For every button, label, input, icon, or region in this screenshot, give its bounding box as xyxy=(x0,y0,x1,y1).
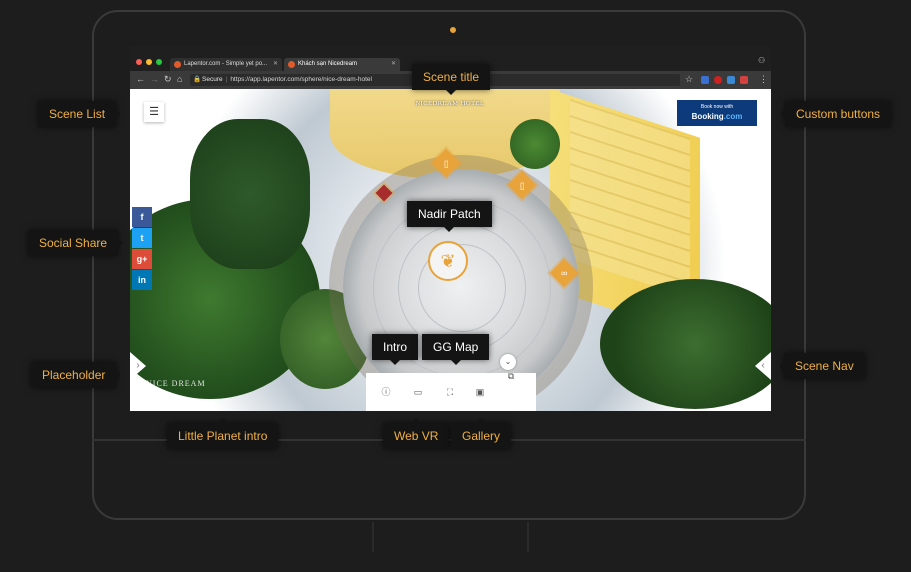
tree xyxy=(600,279,771,409)
facebook-share-button[interactable]: f xyxy=(132,207,152,227)
callout-scene-title: Scene title xyxy=(412,64,491,95)
gallery-icon[interactable]: ▣ xyxy=(472,385,488,399)
hotspot-icon: ▯ xyxy=(443,157,449,168)
callout-nadir-patch: Nadir Patch xyxy=(407,201,492,232)
close-tab-icon[interactable]: ✕ xyxy=(391,58,396,71)
extension-icon[interactable] xyxy=(727,76,735,84)
callout-gg-map: GG Map xyxy=(422,334,490,365)
tree xyxy=(510,119,560,169)
chevron-down-icon[interactable]: ⌄ xyxy=(500,354,516,370)
hotspot-icon: ▯ xyxy=(519,179,525,190)
camera-dot xyxy=(450,27,456,33)
map-icon[interactable]: ⛶ xyxy=(442,385,458,399)
scene-title-text: NICEDREAM HOTEL xyxy=(415,100,485,107)
tab-title: Lapentor.com - Simple yet po... xyxy=(184,61,268,67)
bottom-toolbar: ⓘ ▭ ⛶ ▣ ⧉ xyxy=(366,371,536,411)
tab-title: Khách sạn Nicedream xyxy=(298,61,358,67)
extension-icon[interactable] xyxy=(740,76,748,84)
browser-tab-lapentor[interactable]: Lapentor.com - Simple yet po... ✕ xyxy=(170,58,282,71)
lapentor-favicon-icon xyxy=(174,61,181,68)
info-icon[interactable]: ⓘ xyxy=(378,385,394,399)
reload-icon[interactable]: ↻ xyxy=(164,74,172,85)
browser-tab-nicedream[interactable]: Khách sạn Nicedream ✕ xyxy=(284,58,400,71)
close-window-button[interactable] xyxy=(136,59,142,65)
tree xyxy=(190,119,310,269)
extension-icon[interactable] xyxy=(714,76,722,84)
lapentor-favicon-icon xyxy=(288,61,295,68)
laptop-foot-left xyxy=(372,522,374,552)
back-icon[interactable]: ← xyxy=(136,74,145,84)
booking-small-text: Book now with xyxy=(700,104,734,110)
callout-social-share: Social Share xyxy=(28,230,124,256)
nadir-patch-logo: ❦ xyxy=(428,241,468,281)
profile-icon[interactable]: ⚇ xyxy=(758,56,765,65)
secure-label: Secure xyxy=(202,76,223,83)
scene-list-button[interactable]: ☰ xyxy=(144,102,164,122)
watermark-logo: NICE DREAM xyxy=(146,379,206,388)
linkedin-share-button[interactable]: in xyxy=(132,270,152,290)
bookmark-star-icon[interactable]: ☆ xyxy=(685,74,693,85)
callout-intro: Intro xyxy=(372,334,419,365)
scene-thumbnail-icon[interactable]: ⧉ xyxy=(503,369,519,383)
lock-icon: 🔒 xyxy=(193,76,202,83)
callout-web-vr: Web VR xyxy=(383,418,450,449)
google-plus-share-button[interactable]: g+ xyxy=(132,249,152,269)
callout-placeholder: Placeholder xyxy=(31,362,122,388)
callout-custom-buttons: Custom buttons xyxy=(779,101,892,127)
url-text: https://app.lapentor.com/sphere/nice-dre… xyxy=(230,76,372,83)
home-icon[interactable]: ⌂ xyxy=(177,74,182,84)
forward-icon[interactable]: → xyxy=(150,74,159,84)
close-tab-icon[interactable]: ✕ xyxy=(273,58,278,71)
callout-gallery: Gallery xyxy=(451,418,512,449)
extension-icon[interactable] xyxy=(701,76,709,84)
maximize-window-button[interactable] xyxy=(156,59,162,65)
booking-custom-button[interactable]: Book now with Booking.com xyxy=(677,100,757,126)
link-icon: ∞ xyxy=(560,267,568,278)
twitter-share-button[interactable]: t xyxy=(132,228,152,248)
laptop-foot-right xyxy=(527,522,529,552)
callout-little-planet-intro: Little Planet intro xyxy=(167,418,279,449)
vr-icon[interactable]: ▭ xyxy=(410,385,426,399)
callout-scene-list: Scene List xyxy=(38,101,122,127)
menu-dots-icon[interactable]: ⋮ xyxy=(759,74,768,85)
booking-brand: Booking.com xyxy=(691,112,743,121)
minimize-window-button[interactable] xyxy=(146,59,152,65)
callout-scene-nav: Scene Nav xyxy=(779,353,865,379)
